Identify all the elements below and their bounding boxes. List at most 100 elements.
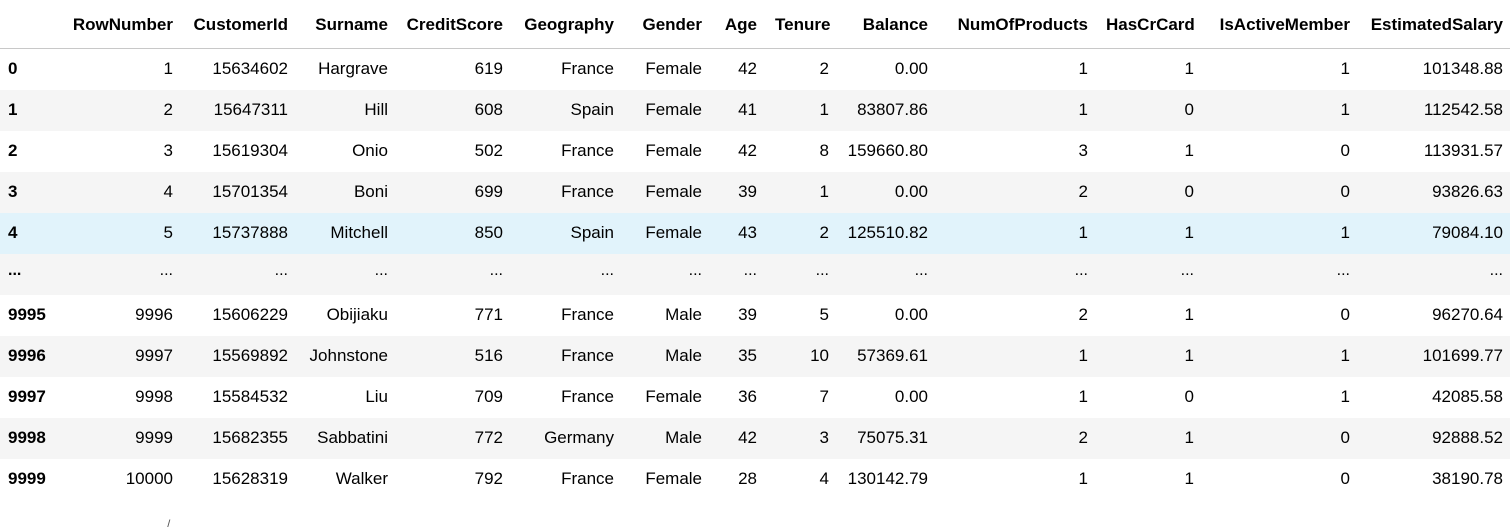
table-cell: ... [600, 262, 614, 279]
table-cell: Female [645, 59, 702, 79]
table-cell: 15606229 [212, 305, 288, 324]
column-header: Balance [839, 0, 938, 49]
table-cell: Female [645, 141, 702, 160]
table-cell: 0.00 [894, 59, 928, 79]
table-cell: 79084.10 [1432, 223, 1503, 242]
table-cell: 5 [163, 223, 173, 242]
table-cell: 10000 [125, 469, 173, 488]
table-cell: 3 [819, 428, 829, 447]
table-cell: 15647311 [213, 100, 288, 119]
table-cell: 1 [1340, 387, 1350, 406]
column-header: EstimatedSalary [1360, 0, 1510, 49]
table-cell: 0 [1184, 387, 1194, 406]
table-cell: 1 [163, 59, 173, 79]
row-index: 0 [8, 59, 18, 79]
row-index: 9995 [8, 305, 46, 324]
table-cell: ... [374, 262, 388, 279]
table-cell: 502 [474, 141, 503, 160]
table-row: 4 5 15737888 Mitchell 850 Spain Female 43 2 12551… [0, 212, 1510, 254]
table-cell: 28 [738, 469, 757, 488]
table-cell: 7 [819, 387, 829, 406]
table-cell: France [561, 182, 614, 201]
table-row: 3 4 15701354 Boni 699 France Female 39 1 0.00 2 0 0 9… [0, 171, 1510, 213]
table-cell: 41 [738, 100, 757, 119]
table-cell: Male [665, 305, 702, 324]
table-cell: 8 [819, 141, 829, 160]
table-cell: Onio [352, 141, 388, 160]
table-cell: 709 [474, 387, 503, 406]
table-cell: 83807.86 [857, 100, 928, 119]
table-cell: 101699.77 [1422, 346, 1503, 365]
table-cell: 4 [163, 182, 173, 201]
table-cell: 1 [1078, 469, 1088, 488]
table-cell: 35 [738, 346, 757, 365]
column-header: Geography [513, 0, 624, 49]
table-cell: 15569892 [212, 346, 288, 365]
table-cell: ... [815, 262, 829, 279]
table-cell: 42 [738, 59, 757, 79]
table-cell: 1 [1078, 100, 1088, 119]
row-index: 9999 [8, 469, 46, 488]
table-cell: 1 [1340, 346, 1350, 365]
column-header: CreditScore [398, 0, 513, 49]
row-index: 4 [8, 223, 18, 242]
table-cell: 4 [819, 469, 829, 488]
table-cell: 43 [738, 223, 757, 242]
table-cell: Spain [570, 100, 614, 119]
table-cell: 772 [474, 428, 503, 447]
table-cell: 1 [1184, 141, 1194, 160]
table-cell: Female [645, 469, 702, 488]
table-cell: 42085.58 [1432, 387, 1503, 406]
table-cell: 15701354 [212, 182, 288, 201]
column-header: RowNumber [58, 0, 183, 49]
table-cell: 39 [738, 182, 757, 201]
table-cell: Johnstone [309, 346, 388, 365]
table-cell: 1 [1184, 59, 1194, 79]
table-cell: 0 [1184, 182, 1194, 201]
table-cell: France [561, 346, 614, 365]
table-cell: ... [159, 262, 173, 279]
row-index: 9997 [8, 387, 46, 406]
column-header: Gender [624, 0, 712, 49]
table-cell: 699 [474, 182, 503, 201]
table-cell: Walker [335, 469, 388, 488]
table-cell: 38190.78 [1432, 469, 1503, 488]
table-cell: 0 [1340, 469, 1350, 488]
table-row: 9996 9997 15569892 Johnstone 516 France Male 35… [0, 335, 1510, 377]
row-index: 9998 [8, 428, 46, 447]
table-cell: 96270.64 [1432, 305, 1503, 324]
table-cell: ... [743, 262, 757, 279]
table-cell: 75075.31 [857, 428, 928, 447]
table-cell: 3 [1078, 141, 1088, 160]
table-cell: 1 [1078, 346, 1088, 365]
table-cell: ... [1074, 262, 1088, 279]
column-header: IsActiveMember [1204, 0, 1360, 49]
table-cell: ... [914, 262, 928, 279]
table-cell: 619 [474, 59, 503, 79]
table-body: 0 1 15634602 Hargrave 619 France Female 42 2 0.00… [0, 48, 1510, 500]
table-cell: France [561, 305, 614, 324]
table-cell: 1 [1184, 428, 1194, 447]
table-cell: 9999 [135, 428, 173, 447]
table-cell: ... [274, 262, 288, 279]
column-header: Surname [298, 0, 398, 49]
table-cell: 15634602 [212, 59, 288, 79]
column-header: HasCrCard [1098, 0, 1204, 49]
table-row: 9999 10000 15628319 Walker 792 France Female 28… [0, 458, 1510, 500]
table-cell: 112542.58 [1423, 100, 1503, 119]
table-cell: 93826.63 [1432, 182, 1503, 201]
row-index: ... [8, 262, 22, 279]
table-cell: 0.00 [894, 305, 928, 324]
table-row: 0 1 15634602 Hargrave 619 France Female 42 2 0.00… [0, 48, 1510, 90]
table-cell: 15584532 [212, 387, 288, 406]
column-header: Age [712, 0, 767, 49]
table-cell: Hargrave [318, 59, 388, 79]
row-index: 9996 [8, 346, 46, 365]
table-cell: Male [665, 346, 702, 365]
table-row: 9998 9999 15682355 Sabbatini 772 Germany Male 4… [0, 417, 1510, 459]
table-cell: 1 [1184, 223, 1194, 242]
table-cell: Female [645, 100, 702, 119]
table-cell: 2 [1078, 305, 1088, 324]
table-cell: 42 [738, 428, 757, 447]
table-cell: ... [489, 262, 503, 279]
